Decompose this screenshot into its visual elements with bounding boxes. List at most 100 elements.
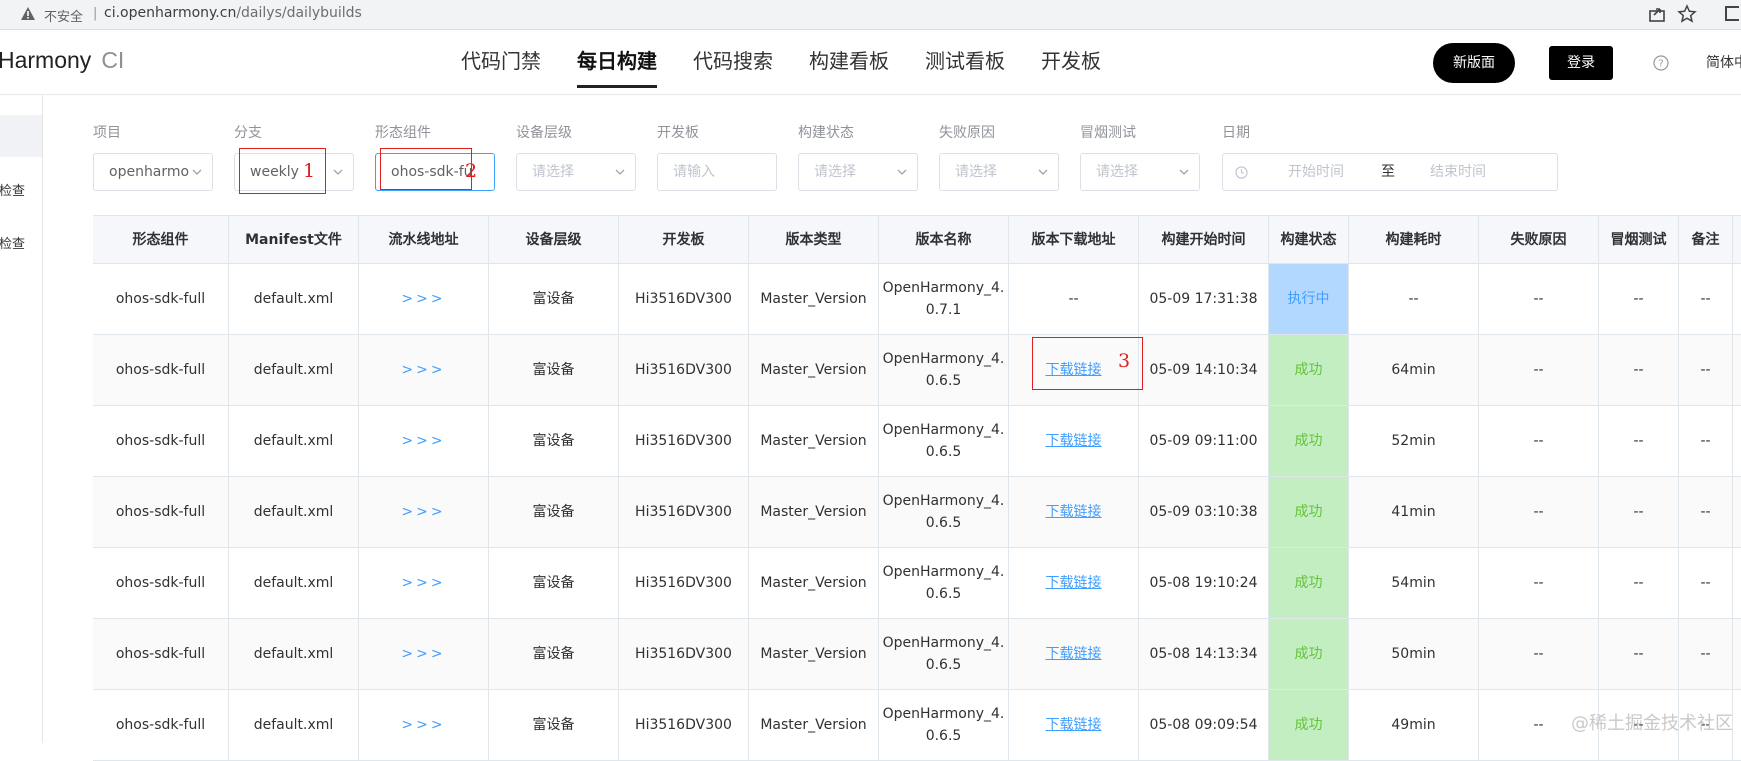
download-link[interactable]: 下载链接 [1046, 359, 1102, 381]
cell-device-level: 富设备 [489, 690, 619, 760]
header-version-type: 版本类型 [749, 216, 879, 263]
branch-select[interactable]: weekly [234, 153, 354, 191]
table-row: ohos-sdk-full default.xml >>> 富设备 Hi3516… [93, 264, 1741, 335]
share-icon[interactable] [1648, 5, 1666, 23]
cell-duration: 64min [1349, 335, 1479, 405]
url-host: ci.openharmony.cn [104, 5, 237, 21]
help-icon[interactable]: ? [1653, 55, 1669, 71]
cell-start-time: 05-08 19:10:24 [1139, 548, 1269, 618]
device-level-select[interactable]: 请选择 [516, 153, 636, 191]
component-value: ohos-sdk-fu [391, 164, 473, 180]
sidebar-item-check-1[interactable]: 检查 [0, 180, 25, 199]
date-range-picker[interactable]: 开始时间 至 结束时间 [1222, 153, 1558, 191]
pipeline-link[interactable]: >>> [401, 572, 445, 594]
cell-version-type: Master_Version [749, 264, 879, 334]
pipeline-link[interactable]: >>> [401, 359, 445, 381]
cell-start-time: 05-09 03:10:38 [1139, 477, 1269, 547]
cell-device-level: 富设备 [489, 335, 619, 405]
cell-board: Hi3516DV300 [619, 690, 749, 760]
site-logo[interactable]: Harmony CI [0, 47, 124, 74]
cell-duration: 52min [1349, 406, 1479, 476]
url-path: /dailys/dailybuilds [236, 5, 362, 21]
download-link[interactable]: 下载链接 [1046, 714, 1102, 736]
tab-code-search[interactable]: 代码搜索 [675, 30, 791, 94]
cell-start-time: 05-09 09:11:00 [1139, 406, 1269, 476]
fail-reason-select[interactable]: 请选择 [939, 153, 1059, 191]
table-row: ohos-sdk-full default.xml >>> 富设备 Hi3516… [93, 335, 1741, 406]
language-selector[interactable]: 简体中 [1706, 52, 1741, 72]
header-pipeline: 流水线地址 [359, 216, 489, 263]
cell-smoke-test: -- [1599, 619, 1679, 689]
cell-version-type: Master_Version [749, 406, 879, 476]
header-component: 形态组件 [93, 216, 229, 263]
annotation-number-3: 3 [1118, 350, 1131, 372]
fail-reason-placeholder: 请选择 [955, 164, 997, 180]
download-link[interactable]: 下载链接 [1046, 430, 1102, 452]
cell-board: Hi3516DV300 [619, 335, 749, 405]
start-time-input[interactable]: 开始时间 [1288, 154, 1344, 190]
side-panel-icon[interactable] [1725, 6, 1739, 21]
tab-test-board[interactable]: 测试看板 [907, 30, 1023, 94]
header-fail-reason: 失败原因 [1479, 216, 1599, 263]
cell-version-type: Master_Version [749, 477, 879, 547]
cell-board: Hi3516DV300 [619, 406, 749, 476]
cell-version-name: OpenHarmony_4.0.6.5 [879, 335, 1009, 405]
download-link[interactable]: 下载链接 [1046, 643, 1102, 665]
tab-daily-build[interactable]: 每日构建 [559, 30, 675, 94]
pipeline-link[interactable]: >>> [401, 714, 445, 736]
pipeline-link[interactable]: >>> [401, 643, 445, 665]
url-text[interactable]: ci.openharmony.cn/dailys/dailybuilds [104, 5, 362, 21]
top-navigation: Harmony CI 代码门禁 每日构建 代码搜索 构建看板 测试看板 开发板 新… [0, 30, 1741, 95]
build-status-select[interactable]: 请选择 [798, 153, 918, 191]
status-badge: 执行中 [1269, 264, 1349, 334]
cell-manifest: default.xml [229, 264, 359, 334]
pipeline-link[interactable]: >>> [401, 501, 445, 523]
end-time-input[interactable]: 结束时间 [1430, 154, 1486, 190]
date-separator: 至 [1381, 164, 1395, 180]
cell-remark: -- [1679, 264, 1733, 334]
annotation-number-1: 1 [303, 160, 316, 182]
cell-remark: -- [1679, 477, 1733, 547]
cell-board: Hi3516DV300 [619, 264, 749, 334]
fail-reason-label: 失败原因 [939, 125, 995, 141]
new-version-button[interactable]: 新版面 [1433, 43, 1515, 83]
cell-version-name: OpenHarmony_4.0.6.5 [879, 477, 1009, 547]
status-badge: 成功 [1269, 690, 1349, 760]
smoke-test-select[interactable]: 请选择 [1080, 153, 1200, 191]
sidebar-item-active[interactable] [0, 115, 42, 157]
logo-text: Harmony [0, 47, 92, 73]
date-label: 日期 [1222, 125, 1250, 141]
download-link[interactable]: 下载链接 [1046, 501, 1102, 523]
cell-fail-reason: -- [1479, 548, 1599, 618]
cell-version-name: OpenHarmony_4.0.6.5 [879, 548, 1009, 618]
header-duration: 构建耗时 [1349, 216, 1479, 263]
header-download: 版本下载地址 [1009, 216, 1139, 263]
tab-dev-board[interactable]: 开发板 [1023, 30, 1119, 94]
cell-manifest: default.xml [229, 690, 359, 760]
device-level-placeholder: 请选择 [532, 164, 574, 180]
cell-duration: 49min [1349, 690, 1479, 760]
pipeline-link[interactable]: >>> [401, 288, 445, 310]
cell-remark: -- [1679, 548, 1733, 618]
tab-build-board[interactable]: 构建看板 [791, 30, 907, 94]
device-level-label: 设备层级 [516, 125, 572, 141]
project-select[interactable]: openharmo [93, 153, 213, 191]
svg-text:?: ? [1658, 59, 1663, 70]
cell-component: ohos-sdk-full [93, 619, 229, 689]
dev-board-label: 开发板 [657, 125, 699, 141]
bookmark-star-icon[interactable] [1677, 4, 1697, 24]
cell-device-level: 富设备 [489, 264, 619, 334]
login-button[interactable]: 登录 [1549, 46, 1613, 80]
cell-remark: -- [1679, 619, 1733, 689]
sidebar-item-check-2[interactable]: 检查 [0, 233, 25, 252]
cell-version-type: Master_Version [749, 548, 879, 618]
insecure-label[interactable]: 不安全 [44, 6, 83, 25]
dev-board-input[interactable]: 请输入 [657, 153, 777, 191]
tab-code-gate[interactable]: 代码门禁 [443, 30, 559, 94]
clock-icon [1235, 166, 1248, 179]
pipeline-link[interactable]: >>> [401, 430, 445, 452]
status-badge: 成功 [1269, 406, 1349, 476]
download-link[interactable]: 下载链接 [1046, 572, 1102, 594]
build-status-label: 构建状态 [798, 125, 854, 141]
cell-manifest: default.xml [229, 477, 359, 547]
